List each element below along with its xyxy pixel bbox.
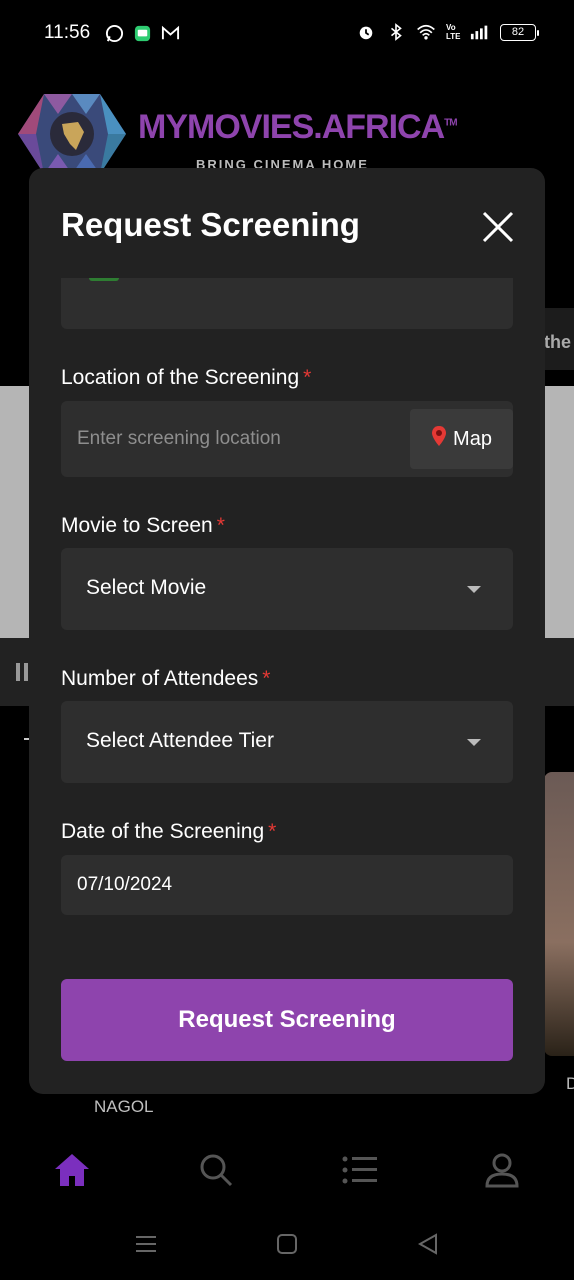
background-strip-right: [544, 638, 574, 706]
movie-label-text: Movie to Screen: [61, 514, 213, 537]
attendees-label: Number of Attendees *: [61, 667, 270, 691]
required-mark: *: [262, 667, 271, 690]
status-bar: 11:56 Vo LTE 82: [0, 0, 574, 66]
pause-icon: [16, 663, 28, 681]
wifi-icon: [416, 22, 436, 42]
back-icon[interactable]: [416, 1232, 440, 1256]
request-screening-modal: Request Screening Location of the Screen…: [29, 168, 545, 1094]
chevron-down-icon: [467, 739, 481, 746]
map-button-label: Map: [453, 427, 492, 450]
background-movie-card: [544, 772, 574, 1056]
messages-icon: [132, 23, 152, 43]
attendee-tier-select[interactable]: Select Attendee Tier: [61, 701, 513, 783]
brand-text: MYMOVIES.AFRICA: [138, 108, 445, 146]
required-mark: *: [216, 514, 225, 537]
form-scroll-area[interactable]: Location of the Screening * Enter screeni…: [61, 278, 513, 1058]
movie-label: Movie to Screen *: [61, 514, 225, 538]
list-icon[interactable]: [340, 1150, 380, 1190]
chevron-down-icon: [467, 586, 481, 593]
date-input[interactable]: 07/10/2024: [61, 855, 513, 915]
volte-label: Vo LTE: [446, 23, 461, 41]
whatsapp-icon: [104, 23, 124, 43]
status-time: 11:56: [44, 22, 91, 43]
bluetooth-icon: [386, 22, 406, 42]
signal-icon: [470, 22, 490, 42]
movie-select[interactable]: Select Movie: [61, 548, 513, 630]
battery-indicator: 82: [500, 23, 539, 41]
required-mark: *: [268, 820, 277, 843]
home-icon[interactable]: [52, 1150, 92, 1190]
required-mark: *: [303, 366, 312, 389]
gmail-icon: [160, 23, 180, 43]
system-status-icons: Vo LTE 82: [356, 22, 539, 42]
location-placeholder: Enter screening location: [77, 428, 281, 449]
background-edge-letter: D: [566, 1074, 574, 1093]
background-card-caption: NAGOL: [94, 1097, 154, 1116]
map-pin-icon: [431, 425, 447, 453]
movie-select-value: Select Movie: [86, 576, 207, 599]
previous-field-input[interactable]: [61, 278, 513, 329]
attendee-select-value: Select Attendee Tier: [86, 729, 274, 752]
date-value: 07/10/2024: [77, 874, 173, 895]
location-label-text: Location of the Screening: [61, 366, 300, 389]
background-banner-right: [544, 386, 574, 638]
system-navigation-bar: [0, 1210, 574, 1280]
background-side-text: the: [544, 308, 574, 370]
alarm-icon: [356, 22, 376, 42]
close-icon[interactable]: [481, 210, 515, 244]
bottom-nav: [0, 1140, 574, 1202]
profile-icon[interactable]: [482, 1150, 522, 1190]
field-accent-line: [89, 278, 119, 281]
date-label-text: Date of the Screening: [61, 820, 265, 843]
date-label: Date of the Screening *: [61, 820, 276, 844]
home-button-icon[interactable]: [275, 1232, 299, 1256]
location-label: Location of the Screening *: [61, 366, 311, 390]
brand-name: MYMOVIES.AFRICATM: [138, 108, 458, 147]
map-button[interactable]: Map: [410, 409, 513, 469]
search-icon[interactable]: [196, 1150, 236, 1190]
notification-icons: [104, 23, 180, 43]
recents-icon[interactable]: [134, 1232, 158, 1256]
modal-title: Request Screening: [61, 206, 360, 243]
request-screening-button[interactable]: Request Screening: [61, 979, 513, 1061]
brand-logo-icon: [16, 92, 128, 176]
attendees-label-text: Number of Attendees: [61, 667, 259, 690]
location-input[interactable]: Enter screening location Map: [61, 401, 513, 477]
background-banner-left: [0, 386, 30, 638]
trademark: TM: [444, 117, 457, 129]
